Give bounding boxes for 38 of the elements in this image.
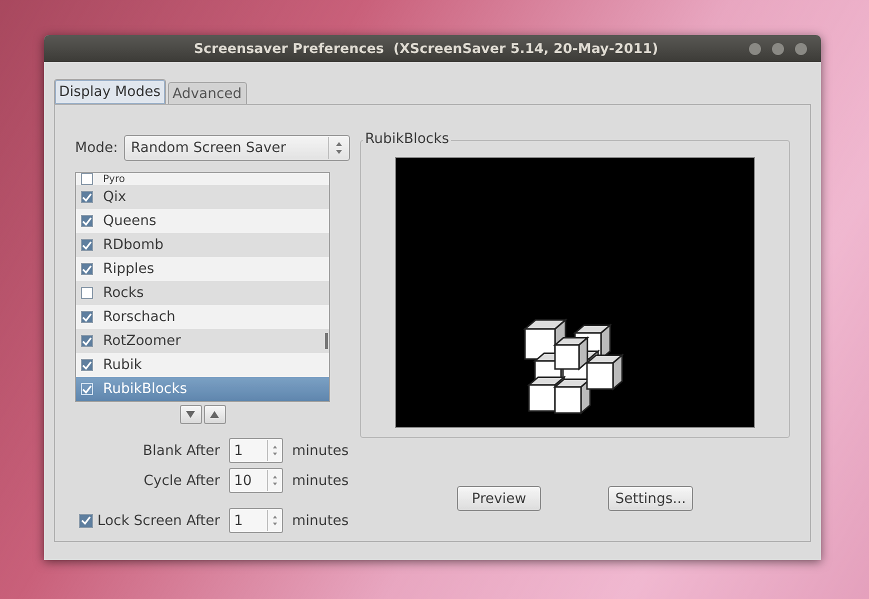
list-item[interactable]: Qix [76,185,329,209]
window-title: Screensaver Preferences (XScreenSaver 5.14, 20-May-2011) [192,40,660,56]
spin-field[interactable]: 1 [229,508,283,533]
checkbox[interactable] [81,191,93,203]
mode-dropdown[interactable]: Random Screen Saver [124,135,350,161]
field-label: Cycle After [144,472,220,488]
field-label: Blank After [142,442,220,458]
list-item[interactable]: Rocks [76,281,329,305]
field-label: Lock Screen After [97,512,220,528]
move-up-button[interactable] [204,405,226,424]
checkbox[interactable] [81,239,93,251]
checkbox[interactable] [81,215,93,227]
mode-label: Mode: [75,140,118,156]
checkbox[interactable] [81,335,93,347]
close-icon[interactable] [795,42,807,54]
maximize-icon[interactable] [772,42,784,54]
dialog-button[interactable]: Preview [457,486,541,511]
tab[interactable]: Advanced [168,82,247,104]
scrollbar-thumb[interactable] [325,333,328,349]
spin-field[interactable]: 1 [229,438,283,463]
checkbox[interactable] [81,359,93,371]
move-down-button[interactable] [180,405,202,424]
down-triangle-icon [186,411,195,418]
checkbox[interactable] [81,287,93,299]
unit-label: minutes [292,512,350,528]
list-item[interactable]: RDbomb [76,233,329,257]
unit-label: minutes [292,442,350,458]
checkbox[interactable] [79,514,94,528]
spin-field[interactable]: 10 [229,468,283,493]
tab[interactable]: Display Modes [54,79,166,104]
checkbox[interactable] [81,173,93,185]
checkbox[interactable] [81,311,93,323]
dialog-button[interactable]: Settings... [608,486,693,511]
up-triangle-icon [210,411,219,418]
unit-label: minutes [292,472,350,488]
minimize-icon[interactable] [749,42,761,54]
list-item[interactable]: RotZoomer [76,329,329,353]
checkbox[interactable] [81,263,93,275]
